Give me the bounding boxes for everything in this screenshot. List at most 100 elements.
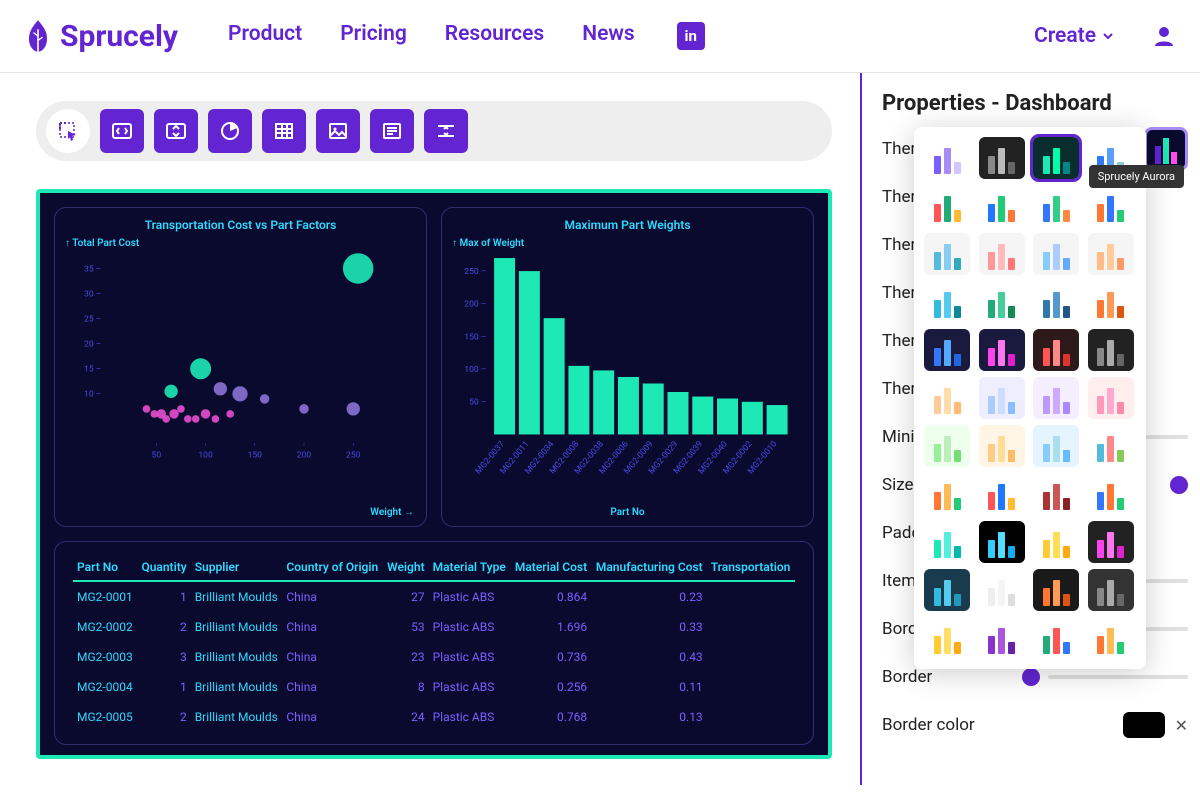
theme-option[interactable] — [1088, 233, 1134, 275]
theme-option[interactable] — [979, 233, 1025, 275]
text-tool[interactable] — [370, 109, 414, 153]
vertical-layout-tool[interactable] — [154, 109, 198, 153]
data-table-card[interactable]: Part NoQuantitySupplierCountry of Origin… — [54, 541, 814, 745]
chevron-down-icon — [1102, 30, 1114, 42]
theme-option[interactable] — [1033, 521, 1079, 563]
col-header[interactable]: Transportation — [707, 554, 795, 581]
svg-text:250 –: 250 – — [464, 267, 486, 277]
col-header[interactable]: Material Type — [429, 554, 511, 581]
table-row[interactable]: MG2-00022Brilliant MouldsChina53Plastic … — [73, 612, 795, 642]
nav-pricing[interactable]: Pricing — [340, 22, 407, 50]
theme-option[interactable] — [1088, 281, 1134, 323]
theme-option[interactable] — [1088, 329, 1134, 371]
theme-option[interactable] — [979, 617, 1025, 659]
theme-option[interactable] — [979, 569, 1025, 611]
theme-option[interactable] — [1033, 185, 1079, 227]
table-row[interactable]: MG2-00052Brilliant MouldsChina24Plastic … — [73, 702, 795, 732]
theme-option[interactable] — [1033, 233, 1079, 275]
theme-option[interactable] — [1088, 521, 1134, 563]
scatter-chart-card[interactable]: Transportation Cost vs Part Factors ↑ To… — [54, 207, 427, 527]
color-swatch[interactable] — [1123, 712, 1165, 738]
theme-option[interactable] — [924, 137, 970, 179]
table-tool[interactable] — [262, 109, 306, 153]
theme-option[interactable] — [1033, 473, 1079, 515]
col-header[interactable]: Part No — [73, 554, 137, 581]
theme-option[interactable] — [1088, 377, 1134, 419]
create-dropdown[interactable]: Create — [1034, 24, 1114, 48]
theme-option[interactable] — [1088, 425, 1134, 467]
x-axis-label: Weight → — [370, 507, 414, 518]
linkedin-icon[interactable]: in — [677, 22, 705, 50]
theme-option[interactable] — [979, 185, 1025, 227]
table-row[interactable]: MG2-00011Brilliant MouldsChina27Plastic … — [73, 581, 795, 612]
svg-text:35 –: 35 – — [84, 264, 101, 274]
theme-option[interactable] — [924, 281, 970, 323]
theme-option[interactable] — [924, 425, 970, 467]
widget-toolbar — [36, 101, 832, 161]
theme-option[interactable] — [979, 329, 1025, 371]
svg-text:30 –: 30 – — [84, 289, 101, 299]
theme-option[interactable] — [924, 329, 970, 371]
theme-option[interactable] — [1033, 617, 1079, 659]
select-tool[interactable] — [46, 109, 90, 153]
theme-option[interactable] — [1033, 569, 1079, 611]
svg-text:50 –: 50 – — [469, 398, 486, 408]
svg-text:200 –: 200 – — [464, 300, 486, 310]
y-axis-label: ↑ Total Part Cost — [65, 238, 139, 249]
svg-text:150 –: 150 – — [464, 332, 486, 342]
theme-option[interactable] — [924, 521, 970, 563]
site-header: Sprucely Product Pricing Resources News … — [0, 0, 1200, 73]
spacer-tool[interactable] — [424, 109, 468, 153]
horizontal-layout-tool[interactable] — [100, 109, 144, 153]
col-header[interactable]: Material Cost — [510, 554, 591, 581]
image-tool[interactable] — [316, 109, 360, 153]
theme-option[interactable] — [924, 569, 970, 611]
nav-product[interactable]: Product — [228, 22, 302, 50]
col-header[interactable]: Weight — [383, 554, 429, 581]
theme-option[interactable] — [924, 377, 970, 419]
border-slider-2[interactable] — [1022, 668, 1188, 686]
theme-option[interactable] — [1033, 377, 1079, 419]
theme-option[interactable] — [979, 137, 1025, 179]
user-icon[interactable] — [1152, 24, 1176, 48]
theme-option[interactable] — [1033, 137, 1079, 179]
theme-option[interactable] — [979, 521, 1025, 563]
col-header[interactable]: Manufacturing Cost — [591, 554, 707, 581]
dashboard-canvas[interactable]: Transportation Cost vs Part Factors ↑ To… — [36, 189, 832, 759]
theme-option[interactable] — [1088, 617, 1134, 659]
leaf-icon — [24, 18, 52, 54]
theme-option[interactable] — [1033, 281, 1079, 323]
col-header[interactable]: Quantity — [137, 554, 191, 581]
theme-option[interactable] — [979, 425, 1025, 467]
theme-option[interactable] — [979, 281, 1025, 323]
theme-option[interactable] — [979, 377, 1025, 419]
theme-option[interactable] — [924, 233, 970, 275]
parts-table: Part NoQuantitySupplierCountry of Origin… — [73, 554, 795, 732]
properties-title: Properties - Dashboard — [882, 91, 1188, 116]
table-row[interactable]: MG2-00033Brilliant MouldsChina23Plastic … — [73, 642, 795, 672]
theme-option[interactable] — [979, 473, 1025, 515]
theme-option[interactable] — [1088, 569, 1134, 611]
nav-resources[interactable]: Resources — [445, 22, 544, 50]
theme-option[interactable] — [924, 617, 970, 659]
create-label: Create — [1034, 24, 1096, 48]
col-header[interactable]: Country of Origin — [282, 554, 382, 581]
theme-option[interactable] — [1033, 425, 1079, 467]
col-header[interactable]: Supplier — [191, 554, 283, 581]
bar-chart-card[interactable]: Maximum Part Weights ↑ Max of Weight 50 … — [441, 207, 814, 527]
logo[interactable]: Sprucely — [24, 18, 178, 54]
chart-tool[interactable] — [208, 109, 252, 153]
theme-option[interactable] — [1033, 329, 1079, 371]
svg-text:10 –: 10 – — [84, 390, 101, 400]
brand-name: Sprucely — [60, 19, 178, 54]
theme-option[interactable] — [1088, 185, 1134, 227]
theme-option[interactable] — [1088, 473, 1134, 515]
table-row[interactable]: MG2-00041Brilliant MouldsChina8Plastic A… — [73, 672, 795, 702]
theme-option[interactable] — [924, 185, 970, 227]
nav-news[interactable]: News — [582, 22, 634, 50]
prop-label-border-color: Border color — [882, 715, 1022, 735]
theme-option[interactable] — [924, 473, 970, 515]
bar-plot: 50 –100 –150 –200 –250 –MG2-0037MG2-0011… — [456, 238, 799, 488]
clear-icon[interactable]: ✕ — [1175, 716, 1188, 735]
chart-title: Transportation Cost vs Part Factors — [69, 218, 412, 232]
